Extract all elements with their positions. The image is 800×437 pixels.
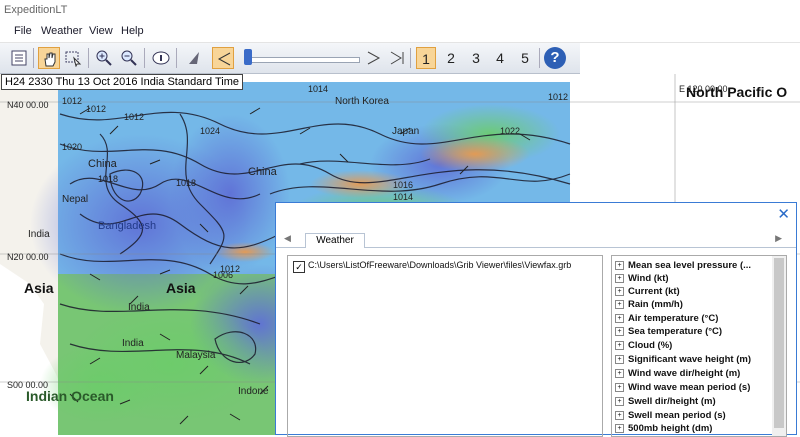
tab-scroll-left-icon[interactable]: ◀ bbox=[284, 233, 291, 244]
window-title: ExpeditionLT bbox=[4, 4, 68, 16]
expand-icon[interactable]: + bbox=[615, 286, 624, 296]
tab-scroll-right-icon[interactable]: ▶ bbox=[775, 233, 782, 244]
expand-icon[interactable]: + bbox=[615, 382, 624, 392]
info-icon[interactable] bbox=[150, 47, 172, 69]
expand-icon[interactable]: + bbox=[615, 326, 624, 336]
lat-label-n20: N20 00.00 bbox=[7, 252, 49, 262]
region-asia: Asia bbox=[166, 280, 196, 296]
hand-pan-icon[interactable] bbox=[38, 47, 60, 69]
weather-layer-list: + Mean sea level pressure (... + Wind (kt)… bbox=[611, 255, 787, 437]
grib-file-list: ✓ C:\Users\ListOfFreeware\Downloads\Grib… bbox=[287, 255, 603, 437]
expand-icon[interactable]: + bbox=[615, 299, 624, 309]
isobar-label: 1012 bbox=[124, 112, 145, 122]
isobar-label: 1022 bbox=[500, 126, 521, 136]
isobar-label: 1018 bbox=[98, 174, 119, 184]
region-indian-ocean: Indian Ocean bbox=[26, 388, 114, 404]
layer-item[interactable]: + Air temperature (°C) bbox=[615, 313, 718, 324]
sail-icon[interactable] bbox=[183, 47, 205, 69]
region-north-pacific: North Pacific O bbox=[686, 84, 788, 100]
place-china: China bbox=[88, 158, 117, 170]
layer-list-scrollbar[interactable] bbox=[772, 256, 786, 436]
isobar-label: 1012 bbox=[62, 96, 83, 106]
isobar-label: 1012 bbox=[548, 92, 569, 102]
select-area-icon[interactable] bbox=[62, 47, 84, 69]
menu-weather[interactable]: Weather bbox=[41, 25, 82, 37]
expand-icon[interactable]: + bbox=[615, 410, 624, 420]
region-asia-west: Asia bbox=[24, 280, 54, 296]
scrollbar-thumb[interactable] bbox=[774, 258, 784, 428]
title-bar: ExpeditionLT bbox=[0, 0, 800, 22]
place-china-east: China bbox=[248, 166, 277, 178]
tab-strip: ◀ Weather ▶ bbox=[276, 229, 796, 248]
toolbar: 1 2 3 4 5 bbox=[0, 43, 580, 74]
place-malaysia: Malaysia bbox=[176, 350, 216, 361]
list-icon[interactable] bbox=[8, 47, 30, 69]
place-japan: Japan bbox=[392, 126, 420, 137]
place-india-south: India bbox=[122, 338, 144, 349]
close-icon[interactable]: ✕ bbox=[777, 205, 790, 223]
frame-1-button[interactable]: 1 bbox=[416, 47, 436, 69]
layer-item[interactable]: + Mean sea level pressure (... bbox=[615, 260, 751, 271]
expand-icon[interactable]: + bbox=[615, 260, 624, 270]
isobar-label: 1018 bbox=[176, 178, 197, 188]
layer-item[interactable]: + Sea temperature (°C) bbox=[615, 326, 722, 337]
isobar-label: 1020 bbox=[62, 142, 83, 152]
lat-label-n40: N40 00.00 bbox=[7, 100, 49, 110]
layer-item[interactable]: + Rain (mm/h) bbox=[615, 299, 683, 310]
weather-panel: ✕ ◀ Weather ▶ ✓ C:\Users\ListOfFreeware\… bbox=[275, 202, 797, 437]
zoom-in-icon[interactable] bbox=[93, 47, 115, 69]
isobar-label: 1006 bbox=[213, 270, 234, 280]
layer-item[interactable]: + Swell dir/height (m) bbox=[615, 396, 716, 407]
layer-item[interactable]: + Swell mean period (s) bbox=[615, 410, 726, 421]
layer-item[interactable]: + Current (kt) bbox=[615, 286, 680, 297]
frame-4-button[interactable]: 4 bbox=[490, 47, 510, 69]
place-nepal: Nepal bbox=[62, 194, 89, 205]
place-indonesia: Indone bbox=[238, 386, 269, 397]
expand-icon[interactable]: + bbox=[615, 396, 624, 406]
layer-item[interactable]: + Wind wave mean period (s) bbox=[615, 382, 750, 393]
menu-help[interactable]: Help bbox=[121, 25, 144, 37]
expand-icon[interactable]: + bbox=[615, 354, 624, 364]
forecast-time-label: H24 2330 Thu 13 Oct 2016 India Standard … bbox=[1, 74, 244, 90]
isobar-label: 1014 bbox=[393, 192, 414, 202]
zoom-out-icon[interactable] bbox=[118, 47, 140, 69]
expand-icon[interactable]: + bbox=[615, 340, 624, 350]
grib-file-path[interactable]: C:\Users\ListOfFreeware\Downloads\Grib V… bbox=[308, 260, 571, 270]
place-bangladesh: Bangladesh bbox=[98, 220, 157, 232]
tab-weather[interactable]: Weather bbox=[305, 233, 365, 248]
layer-item[interactable]: + Wind wave dir/height (m) bbox=[615, 368, 740, 379]
layer-item[interactable]: + Significant wave height (m) bbox=[615, 354, 751, 365]
expand-icon[interactable]: + bbox=[615, 313, 624, 323]
file-checkbox[interactable]: ✓ bbox=[293, 261, 305, 273]
isobar-label: 1014 bbox=[308, 84, 329, 94]
expand-icon[interactable]: + bbox=[615, 368, 624, 378]
isobar-label: 1024 bbox=[200, 126, 221, 136]
menu-bar: File Weather View Help bbox=[0, 22, 800, 43]
frame-3-button[interactable]: 3 bbox=[466, 47, 486, 69]
help-icon[interactable]: ? bbox=[544, 47, 566, 69]
frame-5-button[interactable]: 5 bbox=[515, 47, 535, 69]
isobar-label: 1012 bbox=[86, 104, 107, 114]
rewind-start-icon[interactable] bbox=[212, 47, 234, 69]
layer-item[interactable]: +500mb height (dm) bbox=[615, 423, 712, 434]
isobar-label: 1016 bbox=[393, 180, 414, 190]
place-north-korea: North Korea bbox=[335, 96, 389, 107]
expand-icon[interactable]: + bbox=[615, 273, 624, 283]
frame-2-button[interactable]: 2 bbox=[441, 47, 461, 69]
layer-item[interactable]: + Cloud (%) bbox=[615, 340, 672, 351]
place-india-west: India bbox=[28, 229, 50, 240]
layer-item[interactable]: + Wind (kt) bbox=[615, 273, 669, 284]
expand-icon[interactable]: + bbox=[615, 423, 624, 433]
menu-file[interactable]: File bbox=[14, 25, 32, 37]
time-slider-track[interactable] bbox=[248, 57, 360, 63]
forward-end-icon[interactable] bbox=[386, 47, 408, 69]
menu-view[interactable]: View bbox=[89, 25, 113, 37]
play-icon[interactable] bbox=[362, 47, 384, 69]
place-india: India bbox=[128, 302, 150, 313]
time-slider-thumb[interactable] bbox=[244, 49, 252, 65]
